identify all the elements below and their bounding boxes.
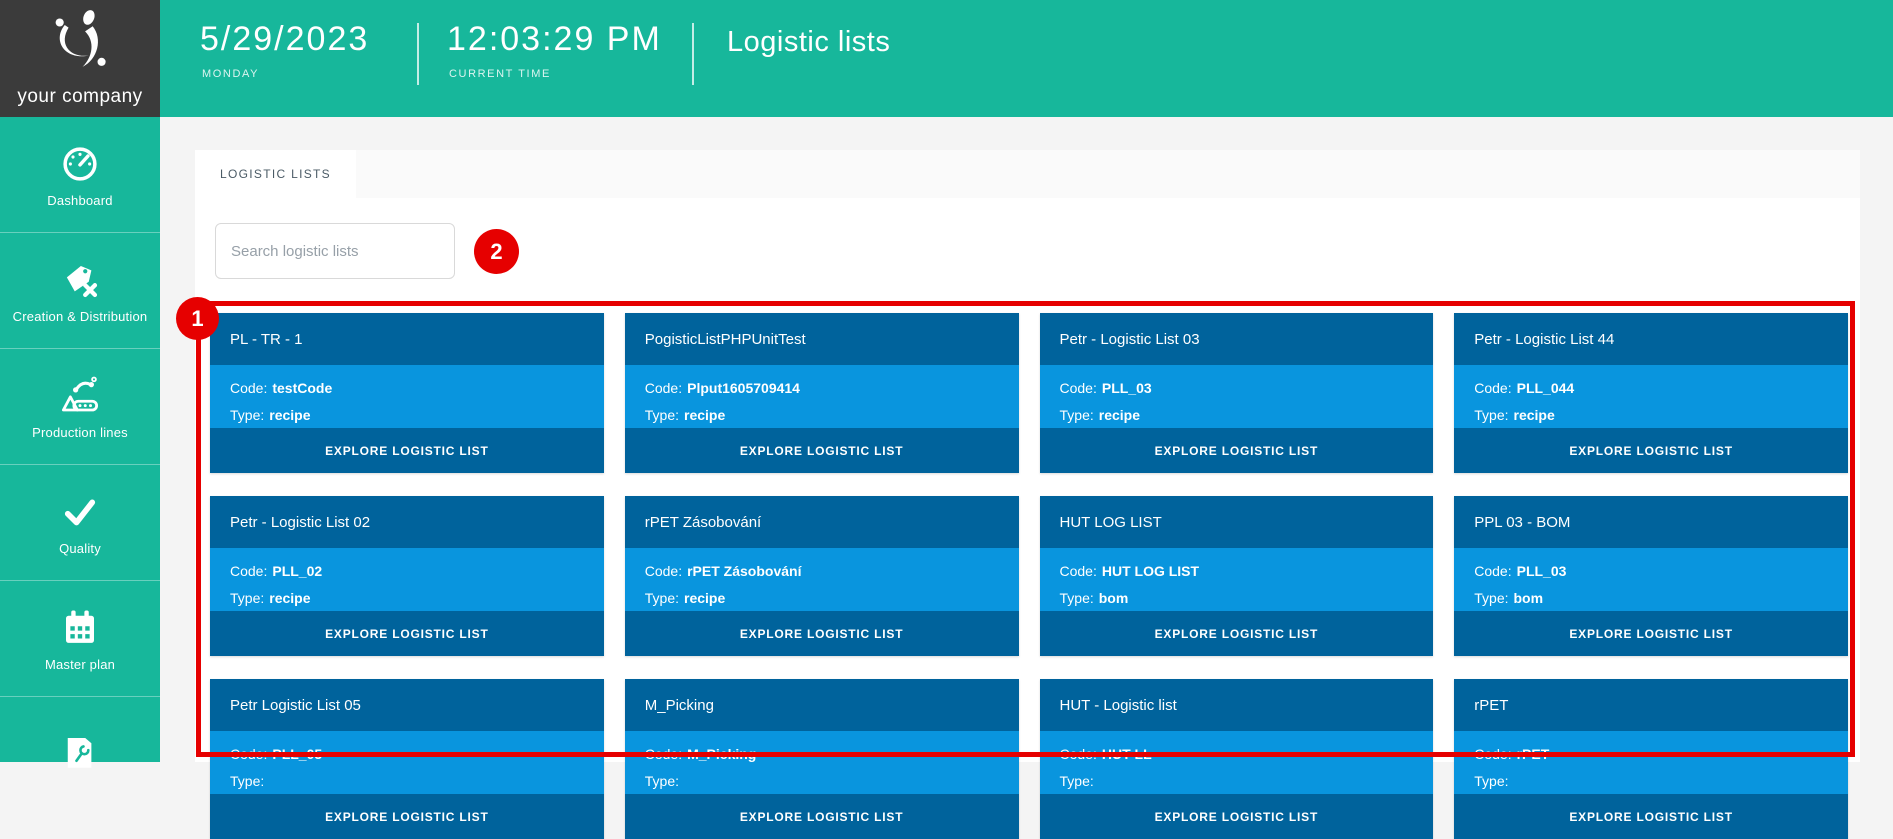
logistic-list-card: M_Picking Code: M_Picking Type: EXPLORE L… <box>624 679 1019 839</box>
logistic-list-card: HUT LOG LIST Code: HUT LOG LIST Type: bom … <box>1039 496 1434 656</box>
card-code: Code: testCode <box>230 380 333 396</box>
card-type: Type: recipe <box>644 407 726 423</box>
tag-x-icon <box>58 258 102 302</box>
logistic-list-card: rPET Zásobování Code: rPET Zásobování Typ… <box>624 496 1019 656</box>
explore-logistic-list-button[interactable]: EXPLORE LOGISTIC LIST <box>1039 794 1434 839</box>
sidebar-item-quality[interactable]: Quality <box>0 465 160 581</box>
card-code: Code: HUT LOG LIST <box>1059 563 1200 579</box>
explore-logistic-list-button[interactable]: EXPLORE LOGISTIC LIST <box>1454 611 1848 656</box>
card-title: HUT - Logistic list <box>1039 679 1434 731</box>
sidebar-item-label: Creation & Distribution <box>12 308 148 324</box>
explore-logistic-list-button[interactable]: EXPLORE LOGISTIC LIST <box>624 611 1019 656</box>
sidebar-item-creation-distribution[interactable]: Creation & Distribution <box>0 233 160 349</box>
card-title: rPET <box>1454 679 1848 731</box>
logistic-list-card: Petr - Logistic List 02 Code: PLL_02 Type… <box>210 496 604 656</box>
card-title: Petr - Logistic List 03 <box>1039 313 1434 365</box>
gauge-icon <box>58 142 102 186</box>
company-logo-icon <box>47 6 113 77</box>
header-time: 12:03:29 PM <box>447 20 662 58</box>
robot-conveyor-icon <box>58 374 102 418</box>
search-input[interactable] <box>215 223 455 279</box>
card-type: Type: <box>1474 773 1509 789</box>
sidebar-item-label: Dashboard <box>47 192 113 208</box>
logistic-list-card: PL - TR - 1 Code: testCode Type: recipe EX… <box>210 313 604 473</box>
logistic-list-card: rPET Code: rPET Type: EXPLORE LOGISTIC LI… <box>1454 679 1848 839</box>
card-type: Type: recipe <box>230 590 311 606</box>
card-title: PPL 03 - BOM <box>1454 496 1848 548</box>
card-code: Code: rPET <box>1474 746 1550 762</box>
card-type: Type: bom <box>1059 590 1129 606</box>
logistic-list-card: HUT - Logistic list Code: HUT-LL Type: EX… <box>1039 679 1434 839</box>
card-title: PL - TR - 1 <box>210 313 604 365</box>
checkmark-icon <box>58 490 102 534</box>
company-logo-text: your company <box>17 86 143 107</box>
explore-logistic-list-button[interactable]: EXPLORE LOGISTIC LIST <box>624 794 1019 839</box>
card-title: Petr Logistic List 05 <box>210 679 604 731</box>
card-type: Type: recipe <box>1474 407 1555 423</box>
tab-bar: LOGISTIC LISTS <box>195 150 1860 198</box>
header-divider <box>417 23 419 85</box>
sidebar-item-label: Production lines <box>32 424 128 440</box>
card-title: M_Picking <box>624 679 1019 731</box>
app-header: 5/29/2023 MONDAY 12:03:29 PM CURRENT TIM… <box>0 0 1893 117</box>
explore-logistic-list-button[interactable]: EXPLORE LOGISTIC LIST <box>1454 794 1848 839</box>
sidebar-item-bottom[interactable] <box>0 697 160 813</box>
card-code: Code: PLL_05 <box>230 746 323 762</box>
logistic-list-card: Petr - Logistic List 03 Code: PLL_03 Type… <box>1039 313 1434 473</box>
logistic-list-card: Petr Logistic List 05 Code: PLL_05 Type: … <box>210 679 604 839</box>
card-type: Type: <box>230 773 265 789</box>
card-title: Petr - Logistic List 44 <box>1454 313 1848 365</box>
card-type: Type: <box>644 773 679 789</box>
explore-logistic-list-button[interactable]: EXPLORE LOGISTIC LIST <box>210 428 604 473</box>
card-title: rPET Zásobování <box>624 496 1019 548</box>
explore-logistic-list-button[interactable]: EXPLORE LOGISTIC LIST <box>1454 428 1848 473</box>
calendar-icon <box>58 606 102 650</box>
logistic-list-card: PPL 03 - BOM Code: PLL_03 Type: bom EXPLOR… <box>1454 496 1848 656</box>
logistic-list-card: Petr - Logistic List 44 Code: PLL_044 Typ… <box>1454 313 1848 473</box>
card-type: Type: recipe <box>644 590 726 606</box>
card-code: Code: PLL_03 <box>1059 380 1152 396</box>
card-title: PogisticListPHPUnitTest <box>624 313 1019 365</box>
page-title: Logistic lists <box>727 26 891 58</box>
card-code: Code: PLL_03 <box>1474 563 1567 579</box>
header-date-label: MONDAY <box>202 68 260 80</box>
sidebar-item-dashboard[interactable]: Dashboard <box>0 117 160 233</box>
card-type: Type: recipe <box>1059 407 1141 423</box>
explore-logistic-list-button[interactable]: EXPLORE LOGISTIC LIST <box>210 794 604 839</box>
card-code: Code: HUT-LL <box>1059 746 1152 762</box>
card-code: Code: PLL_044 <box>1474 380 1575 396</box>
sidebar-item-production-lines[interactable]: Production lines <box>0 349 160 465</box>
card-type: Type: recipe <box>230 407 311 423</box>
card-code: Code: M_Picking <box>644 746 757 762</box>
header-date: 5/29/2023 <box>200 20 370 58</box>
card-title: HUT LOG LIST <box>1039 496 1434 548</box>
explore-logistic-list-button[interactable]: EXPLORE LOGISTIC LIST <box>1039 428 1434 473</box>
sidebar-item-label: Master plan <box>44 656 116 672</box>
logistic-list-grid: PL - TR - 1 Code: testCode Type: recipe EX… <box>210 313 1848 839</box>
box-wrench-icon <box>58 730 102 774</box>
logistic-list-card: PogisticListPHPUnitTest Code: Plput160570… <box>624 313 1019 473</box>
explore-logistic-list-button[interactable]: EXPLORE LOGISTIC LIST <box>1039 611 1434 656</box>
sidebar-nav: Dashboard Creation & Distribution Produc… <box>0 117 160 768</box>
sidebar-item-master-plan[interactable]: Master plan <box>0 581 160 697</box>
explore-logistic-list-button[interactable]: EXPLORE LOGISTIC LIST <box>210 611 604 656</box>
card-code: Code: rPET Zásobování <box>644 563 802 579</box>
company-logo: your company <box>0 0 160 117</box>
tab-logistic-lists[interactable]: LOGISTIC LISTS <box>195 150 356 198</box>
sidebar-item-label: Quality <box>59 540 101 556</box>
explore-logistic-list-button[interactable]: EXPLORE LOGISTIC LIST <box>624 428 1019 473</box>
card-code: Code: PLL_02 <box>230 563 323 579</box>
card-type: Type: bom <box>1474 590 1544 606</box>
card-type: Type: <box>1059 773 1094 789</box>
card-code: Code: Plput1605709414 <box>644 380 800 396</box>
header-divider <box>692 23 694 85</box>
header-time-label: CURRENT TIME <box>449 68 551 80</box>
card-title: Petr - Logistic List 02 <box>210 496 604 548</box>
